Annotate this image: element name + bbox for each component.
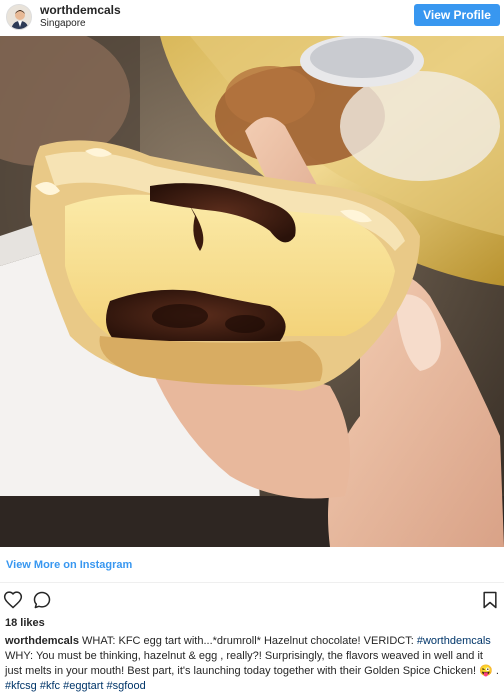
comment-icon[interactable]	[32, 590, 52, 610]
bookmark-icon[interactable]	[480, 590, 500, 610]
hashtag-link[interactable]: #kfc	[40, 680, 60, 692]
hashtag-link[interactable]: #kfcsg	[5, 680, 37, 692]
location[interactable]: Singapore	[40, 17, 121, 30]
avatar[interactable]	[6, 4, 32, 30]
caption-mention[interactable]: #worthdemcals	[417, 635, 491, 647]
hashtag-link[interactable]: #eggtart	[63, 680, 103, 692]
divider	[0, 582, 504, 583]
caption-text-part2: WHY: You must be thinking, hazelnut & eg…	[5, 650, 499, 677]
likes-count[interactable]: 18 likes	[5, 616, 45, 630]
post-header: worthdemcals Singapore View Profile	[0, 0, 504, 34]
username[interactable]: worthdemcals	[40, 3, 121, 17]
view-profile-button[interactable]: View Profile	[414, 4, 500, 26]
heart-icon[interactable]	[3, 590, 23, 610]
caption: worthdemcals WHAT: KFC egg tart with...*…	[5, 634, 499, 693]
caption-text-part1: WHAT: KFC egg tart with...*drumroll* Haz…	[82, 635, 417, 647]
user-block: worthdemcals Singapore	[40, 3, 121, 30]
post-photo[interactable]	[0, 36, 504, 547]
hashtag-link[interactable]: #sgfood	[107, 680, 146, 692]
action-bar	[0, 588, 504, 612]
view-more-link[interactable]: View More on Instagram	[6, 558, 132, 572]
caption-username[interactable]: worthdemcals	[5, 635, 79, 647]
